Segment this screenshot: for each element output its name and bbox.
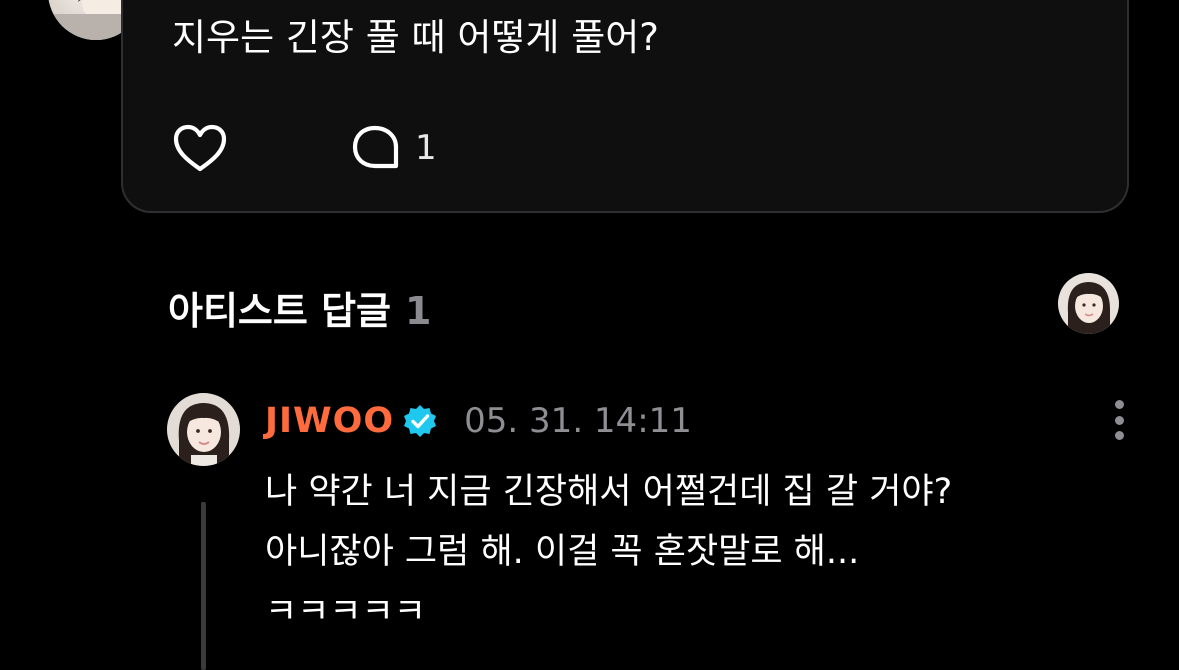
comment-button[interactable]: 1 [351,120,437,176]
artist-replies-header: 아티스트 답글 1 [168,280,431,335]
more-vertical-icon [1114,400,1124,409]
artist-avatar-small[interactable] [1058,273,1119,334]
reply-author-avatar[interactable] [167,393,240,466]
speech-bubble-icon [352,125,399,169]
more-vertical-icon [1114,415,1124,425]
artist-replies-title: 아티스트 답글 [168,289,391,333]
reply-line: 나 약간 너 지금 긴장해서 어쩔건데 집 갈 거야? [265,472,953,512]
reply-line: 아니잖아 그럼 해. 이걸 꼭 혼잣말로 해... [265,532,860,572]
reply-line: ㅋㅋㅋㅋㅋ [265,592,427,632]
more-vertical-icon [1114,431,1124,440]
more-options-button[interactable] [1102,400,1136,440]
like-button[interactable] [172,120,228,176]
thread-line [201,502,206,670]
heart-icon [173,124,227,172]
reply-author-name[interactable]: JIWOO [265,401,394,441]
verified-badge-icon [402,403,438,439]
comment-count: 1 [415,128,437,168]
reply-header: JIWOO 05. 31. 14:11 [265,397,692,445]
reply-text: 나 약간 너 지금 긴장해서 어쩔건데 집 갈 거야? 아니잖아 그럼 해. 이… [265,462,1145,642]
reply-timestamp: 05. 31. 14:11 [464,401,692,441]
post-card: 지우는 긴장 풀 때 어떻게 풀어? 1 [121,0,1129,213]
avatar-photo [167,393,240,466]
post-text: 지우는 긴장 풀 때 어떻게 풀어? [172,16,659,59]
artist-replies-count: 1 [405,289,432,333]
avatar-photo [1058,273,1119,334]
